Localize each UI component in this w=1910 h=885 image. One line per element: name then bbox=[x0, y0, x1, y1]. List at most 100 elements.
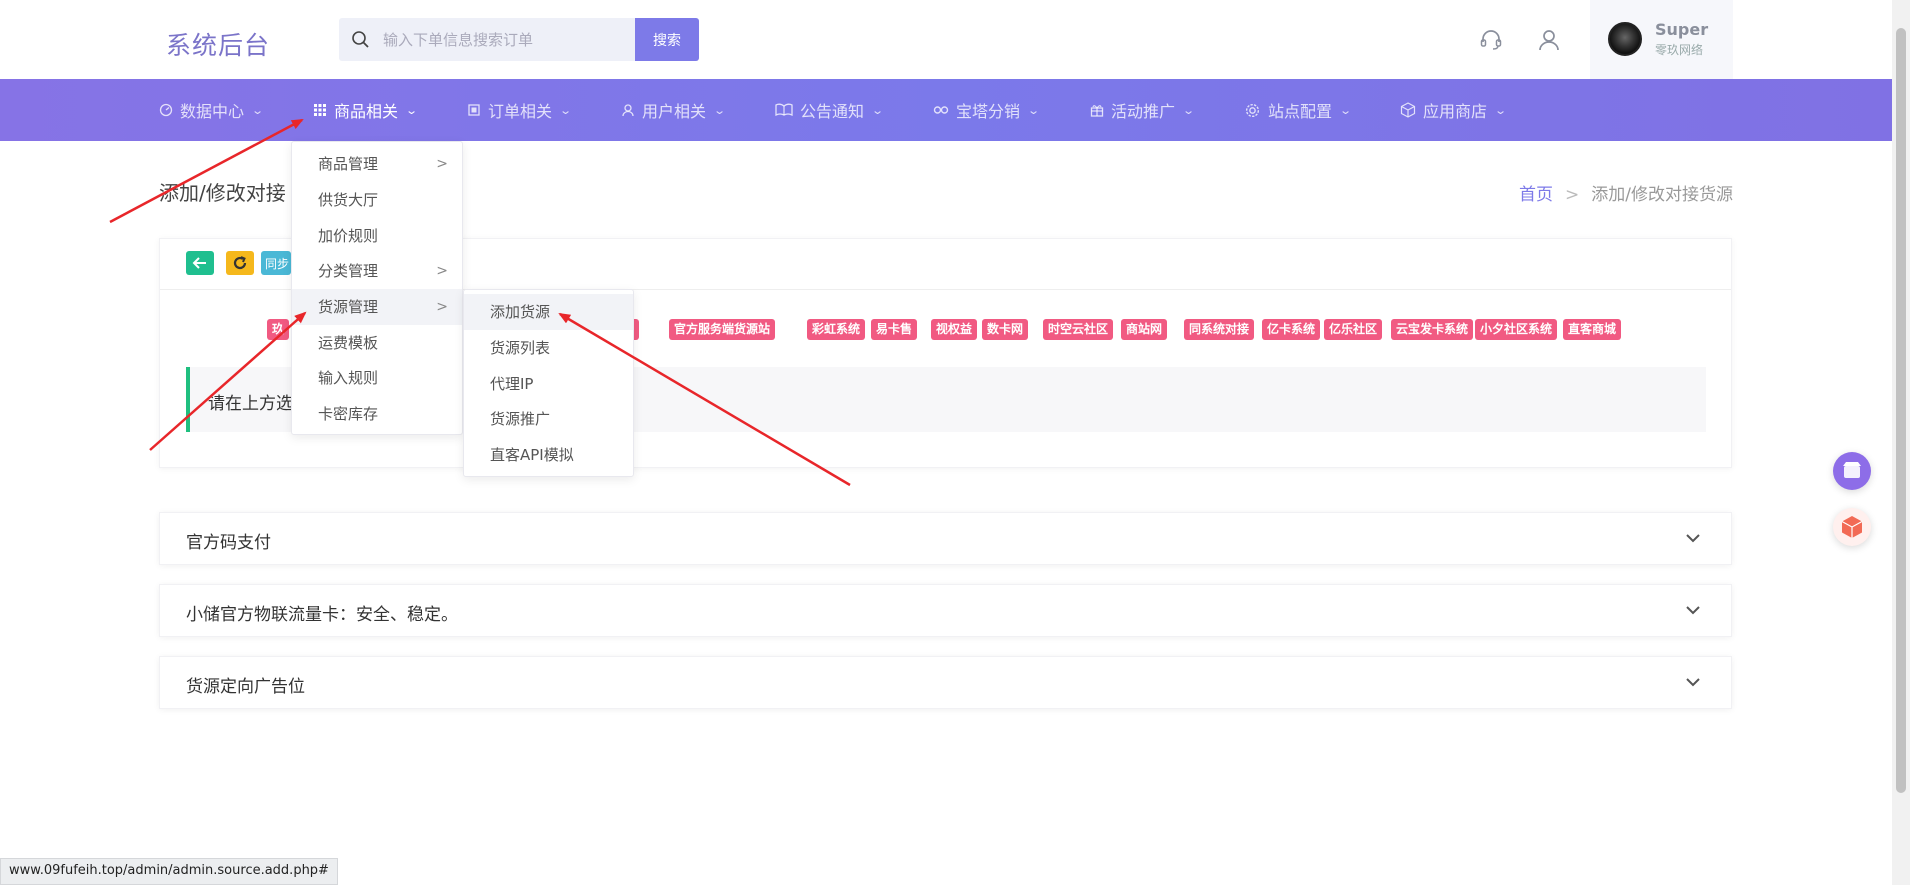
menu-label: 货源列表 bbox=[490, 339, 551, 357]
search-input[interactable] bbox=[383, 18, 653, 61]
store-float-button[interactable] bbox=[1833, 452, 1871, 490]
chevron-down-icon: ⌄ bbox=[405, 103, 419, 117]
nav-label: 宝塔分销 bbox=[956, 102, 1021, 121]
source-tag[interactable]: 数卡网 bbox=[982, 319, 1029, 340]
back-button[interactable] bbox=[186, 251, 214, 275]
refresh-button[interactable] bbox=[226, 251, 254, 275]
breadcrumb: 首页 > 添加/修改对接货源 bbox=[1519, 180, 1733, 205]
chevron-down-icon: ⌄ bbox=[559, 103, 573, 117]
source-tag[interactable]: 小夕社区系统 bbox=[1475, 319, 1558, 340]
menu-item-supply-hall[interactable]: 供货大厅 bbox=[292, 182, 462, 218]
gear-icon bbox=[1245, 103, 1260, 117]
grid-icon bbox=[314, 104, 326, 116]
chevron-right-icon: > bbox=[436, 263, 448, 279]
menu-item-input-rules[interactable]: 输入规则 bbox=[292, 360, 462, 396]
chevron-down-icon: ⌄ bbox=[1027, 103, 1041, 117]
page-scrollbar[interactable] bbox=[1892, 0, 1910, 885]
menu-label: 直客API模拟 bbox=[490, 446, 574, 464]
accordion-iot-card[interactable]: 小储官方物联流量卡：安全、稳定。 bbox=[159, 584, 1732, 637]
accordion-title: 小储官方物联流量卡：安全、稳定。 bbox=[186, 605, 458, 625]
menu-item-add-source[interactable]: 添加货源 bbox=[464, 294, 633, 330]
source-tag[interactable]: 彩虹系统 bbox=[807, 319, 866, 340]
source-submenu: 添加货源 货源列表 代理IP 货源推广 直客API模拟 bbox=[463, 289, 634, 477]
source-tag[interactable]: 直客商城 bbox=[1563, 319, 1622, 340]
source-tag[interactable]: 亿乐社区 bbox=[1324, 319, 1383, 340]
source-tag[interactable]: 同系统对接 bbox=[1184, 319, 1255, 340]
order-icon bbox=[468, 104, 480, 116]
menu-item-markup-rules[interactable]: 加价规则 bbox=[292, 218, 462, 254]
source-tag[interactable]: 商站网 bbox=[1121, 319, 1168, 340]
source-tag[interactable]: 玖 bbox=[267, 319, 290, 340]
nav-label: 数据中心 bbox=[180, 102, 245, 121]
refresh-icon bbox=[233, 256, 247, 270]
chevron-down-icon: ⌄ bbox=[1494, 103, 1508, 117]
headset-icon[interactable] bbox=[1478, 27, 1504, 53]
nav-item-goods[interactable]: 商品相关 ⌄ bbox=[313, 79, 419, 141]
menu-label: 分类管理 bbox=[318, 262, 379, 280]
sync-button[interactable]: 同步 bbox=[261, 251, 291, 275]
nav-item-distribution[interactable]: 宝塔分销 ⌄ bbox=[933, 79, 1041, 141]
nav-item-orders[interactable]: 订单相关 ⌄ bbox=[467, 79, 573, 141]
menu-label: 卡密库存 bbox=[318, 405, 379, 423]
cube-icon bbox=[1841, 516, 1863, 538]
source-tag[interactable]: 云宝发卡系统 bbox=[1391, 319, 1474, 340]
gift-icon bbox=[1090, 105, 1104, 117]
nav-item-users[interactable]: 用户相关 ⌄ bbox=[621, 79, 726, 141]
book-icon bbox=[775, 103, 793, 117]
page-title: 添加/修改对接 bbox=[159, 181, 286, 205]
source-tag[interactable]: 时空云社区 bbox=[1043, 319, 1114, 340]
cube-float-button[interactable] bbox=[1833, 508, 1871, 546]
menu-label: 运费模板 bbox=[318, 334, 379, 352]
nav-label: 应用商店 bbox=[1423, 102, 1488, 121]
menu-item-api-simulate[interactable]: 直客API模拟 bbox=[464, 437, 633, 473]
nav-label: 用户相关 bbox=[642, 102, 707, 121]
chevron-down-icon: ⌄ bbox=[871, 103, 885, 117]
nav-item-app-store[interactable]: 应用商店 ⌄ bbox=[1400, 79, 1508, 141]
scrollbar-thumb[interactable] bbox=[1896, 28, 1906, 793]
menu-item-proxy-ip[interactable]: 代理IP bbox=[464, 366, 633, 402]
nav-label: 站点配置 bbox=[1268, 102, 1333, 121]
source-tag[interactable]: 视权益 bbox=[931, 319, 978, 340]
menu-label: 货源推广 bbox=[490, 410, 551, 428]
menu-label: 商品管理 bbox=[318, 155, 379, 173]
menu-item-goods-manage[interactable]: 商品管理 > bbox=[292, 146, 462, 182]
nav-item-promotion[interactable]: 活动推广 ⌄ bbox=[1090, 79, 1196, 141]
chevron-right-icon: > bbox=[436, 156, 448, 172]
breadcrumb-separator: > bbox=[1565, 185, 1580, 205]
chevron-down-icon bbox=[1686, 678, 1700, 687]
source-tag[interactable]: 亿卡系统 bbox=[1262, 319, 1321, 340]
source-tag[interactable]: 易卡售 bbox=[871, 319, 918, 340]
nav-label: 活动推广 bbox=[1111, 102, 1176, 121]
chevron-down-icon: ⌄ bbox=[1182, 103, 1196, 117]
menu-label: 输入规则 bbox=[318, 369, 379, 387]
chevron-down-icon bbox=[1686, 534, 1700, 543]
nav-label: 商品相关 bbox=[334, 102, 399, 121]
source-tag[interactable]: 官方服务端货源站 bbox=[669, 319, 776, 340]
accordion-official-pay[interactable]: 官方码支付 bbox=[159, 512, 1732, 565]
breadcrumb-home[interactable]: 首页 bbox=[1519, 185, 1553, 205]
menu-item-card-stock[interactable]: 卡密库存 bbox=[292, 396, 462, 432]
menu-item-source-list[interactable]: 货源列表 bbox=[464, 330, 633, 366]
search-button[interactable]: 搜索 bbox=[635, 18, 699, 61]
user-icon[interactable] bbox=[1536, 27, 1562, 53]
app-logo[interactable]: 系统后台 bbox=[166, 26, 270, 62]
menu-label: 加价规则 bbox=[318, 227, 379, 245]
accordion-title: 货源定向广告位 bbox=[186, 677, 305, 697]
user-profile[interactable]: Super 零玖网络 bbox=[1590, 0, 1733, 79]
nav-item-notice[interactable]: 公告通知 ⌄ bbox=[775, 79, 885, 141]
user-name: Super bbox=[1655, 20, 1709, 39]
menu-label: 供货大厅 bbox=[318, 191, 379, 209]
menu-item-source-promo[interactable]: 货源推广 bbox=[464, 401, 633, 437]
accordion-title: 官方码支付 bbox=[186, 533, 271, 553]
accordion-ad-slot[interactable]: 货源定向广告位 bbox=[159, 656, 1732, 709]
menu-item-source-manage[interactable]: 货源管理 > bbox=[292, 289, 462, 325]
menu-item-category-manage[interactable]: 分类管理 > bbox=[292, 253, 462, 289]
user-icon bbox=[622, 104, 634, 117]
nav-item-site-config[interactable]: 站点配置 ⌄ bbox=[1244, 79, 1352, 141]
notice-text: 请在上方选 bbox=[208, 394, 293, 414]
breadcrumb-current: 添加/修改对接货源 bbox=[1591, 185, 1733, 205]
menu-item-shipping-template[interactable]: 运费模板 bbox=[292, 325, 462, 361]
user-subtitle: 零玖网络 bbox=[1655, 43, 1704, 57]
nav-item-data-center[interactable]: 数据中心 ⌄ bbox=[159, 79, 264, 141]
chevron-right-icon: > bbox=[436, 299, 448, 315]
